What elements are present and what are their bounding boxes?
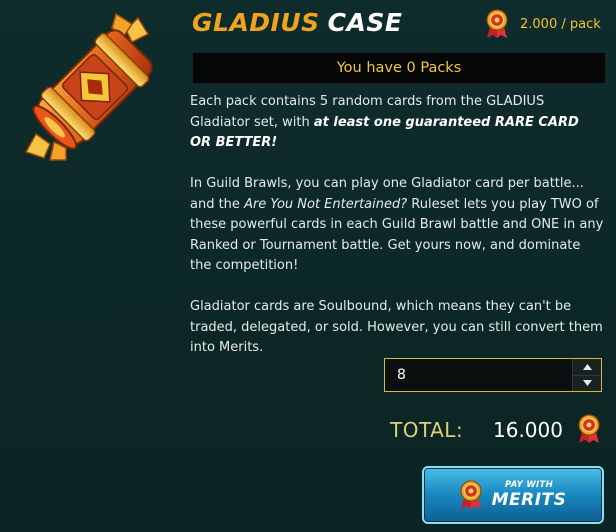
description-paragraph-2: In Guild Brawls, you can play one Gladia… — [190, 176, 604, 273]
merit-coin-icon — [486, 9, 508, 38]
pay-with-merits-button[interactable]: PAY WITH MERITS — [422, 466, 604, 524]
quantity-stepper[interactable]: 8 — [384, 358, 602, 392]
decrement-button[interactable] — [573, 375, 601, 391]
total-label: TOTAL: — [390, 418, 464, 442]
price-label: 2.000 / pack — [520, 16, 601, 32]
merit-coin-icon — [578, 414, 600, 443]
pay-button-label: PAY WITH MERITS — [492, 481, 567, 510]
pay-button-line2: MERITS — [491, 490, 567, 511]
description-paragraph-1: Each pack contains 5 random cards from t… — [190, 94, 579, 150]
chevron-down-icon — [582, 380, 592, 387]
packs-owned-banner: You have 0 Packs — [192, 52, 606, 84]
title-case: CASE — [327, 8, 403, 37]
title-gladius: GLADIUS — [192, 8, 320, 37]
description-paragraph-3: Gladiator cards are Soulbound, which mea… — [190, 299, 603, 355]
gladius-case-icon — [24, 12, 153, 161]
total-value: 16.000 — [493, 418, 563, 442]
increment-button[interactable] — [573, 359, 601, 376]
ruleset-name: Are You Not Entertained? — [244, 196, 408, 212]
quantity-input[interactable]: 8 — [385, 359, 572, 391]
case-description: Each pack contains 5 random cards from t… — [190, 92, 604, 379]
chevron-up-icon — [582, 363, 592, 370]
merit-coin-icon — [459, 480, 482, 509]
quantity-stepper-buttons — [572, 359, 601, 391]
page-title: GLADIUS CASE — [192, 6, 402, 40]
pack-price: 2.000 / pack — [486, 8, 601, 40]
pay-button-line1: PAY WITH — [504, 479, 553, 490]
